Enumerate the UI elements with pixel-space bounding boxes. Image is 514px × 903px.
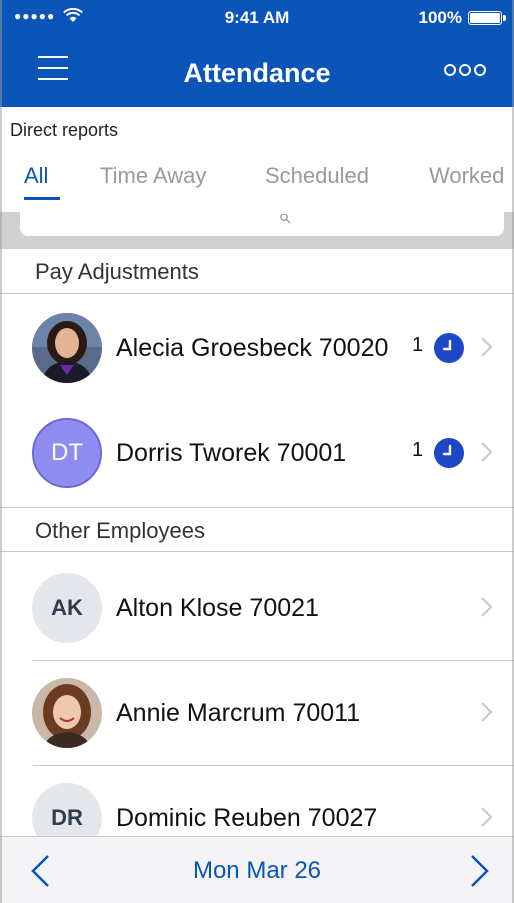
avatar-photo: [32, 313, 102, 383]
active-tab-indicator: [24, 197, 60, 200]
avatar-photo: [32, 678, 102, 748]
current-date[interactable]: Mon Mar 26: [0, 857, 514, 885]
adjustment-count: 1: [412, 334, 424, 356]
battery-fill: [470, 13, 500, 23]
subheader: Direct reports All Time Away Scheduled W…: [0, 107, 514, 212]
section-title: Pay Adjustments: [35, 259, 199, 284]
battery-icon: [468, 11, 506, 25]
avatar: [32, 678, 102, 748]
clock-icon: [434, 438, 464, 468]
chevron-right-icon: [481, 442, 493, 462]
chevron-right-icon[interactable]: [468, 853, 492, 889]
employee-name: Alecia Groesbeck 70020: [116, 334, 389, 362]
more-options-icon[interactable]: [444, 64, 486, 76]
device-frame-edge: [0, 0, 2, 903]
employee-name: Dominic Reuben 70027: [116, 804, 378, 832]
app-header: ●●●●● 9:41 AM 100% Attendance: [0, 0, 514, 107]
employee-name: Annie Marcrum 70011: [116, 699, 361, 727]
battery-percent: 100%: [418, 8, 462, 27]
employee-row[interactable]: DT Dorris Tworek 70001 1: [0, 401, 514, 506]
employee-row[interactable]: Annie Marcrum 70011: [0, 661, 514, 766]
search-icon: [280, 214, 291, 224]
chevron-right-icon: [481, 702, 493, 722]
filter-tabs: All Time Away Scheduled Worked: [0, 159, 514, 209]
date-navigation-bar: Mon Mar 26: [0, 836, 514, 903]
avatar: [32, 313, 102, 383]
section-header-pay-adjustments: Pay Adjustments: [0, 249, 514, 294]
employee-row[interactable]: Alecia Groesbeck 70020 1: [0, 296, 514, 401]
search-input[interactable]: [20, 212, 504, 236]
chevron-right-icon: [481, 337, 493, 357]
direct-reports-label: Direct reports: [10, 120, 119, 140]
section-title: Other Employees: [35, 518, 205, 543]
page-title: Attendance: [183, 58, 331, 88]
tab-worked[interactable]: Worked: [429, 163, 504, 189]
avatar: DT: [32, 418, 102, 488]
clock-icon: [434, 333, 464, 363]
tab-scheduled[interactable]: Scheduled: [265, 163, 369, 189]
employee-name: Alton Klose 70021: [116, 594, 319, 622]
status-bar: ●●●●● 9:41 AM 100%: [0, 0, 514, 36]
adjustment-count: 1: [412, 439, 424, 461]
chevron-right-icon: [481, 807, 493, 827]
avatar: AK: [32, 573, 102, 643]
tab-time-away[interactable]: Time Away: [100, 163, 206, 189]
employee-row[interactable]: AK Alton Klose 70021: [0, 556, 514, 661]
section-header-other-employees: Other Employees: [0, 507, 514, 552]
nav-bar: Attendance: [0, 36, 514, 107]
employee-name: Dorris Tworek 70001: [116, 439, 347, 467]
tab-all[interactable]: All: [24, 163, 48, 189]
search-band: [0, 212, 514, 249]
status-battery: 100%: [418, 8, 506, 28]
chevron-right-icon: [481, 597, 493, 617]
